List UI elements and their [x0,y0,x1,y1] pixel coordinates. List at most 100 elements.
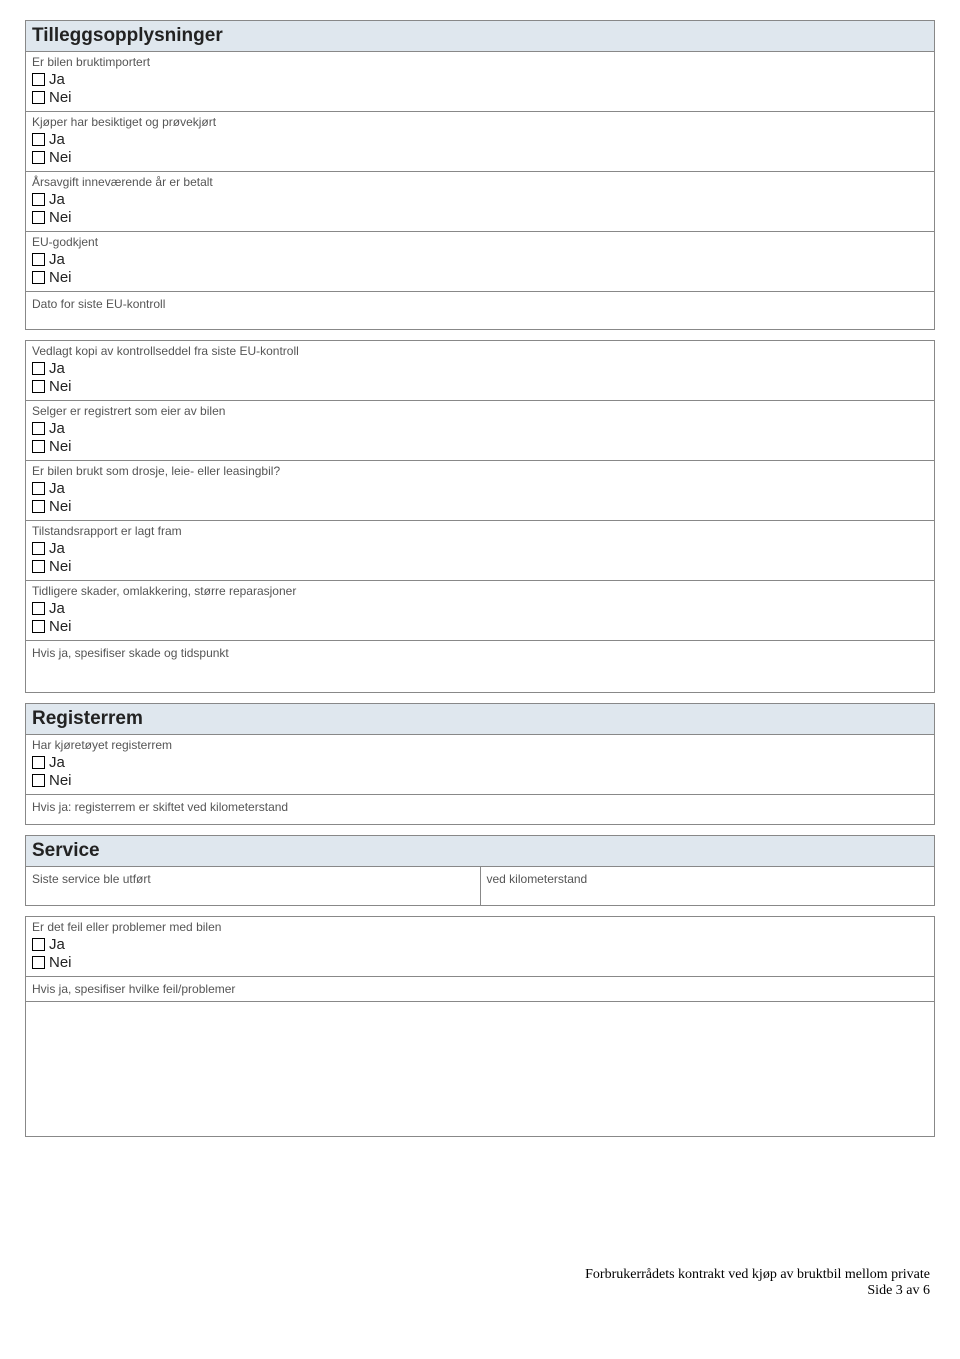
question-drosje-leie-leasing: Er bilen brukt som drosje, leie- eller l… [25,461,935,521]
checkbox-icon[interactable] [32,380,45,393]
checkbox-icon[interactable] [32,253,45,266]
question-arsavgift: Årsavgift inneværende år er betalt Ja Ne… [25,172,935,232]
label: Selger er registrert som eier av bilen [32,404,928,418]
question-feil-problemer: Er det feil eller problemer med bilen Ja… [25,916,935,977]
option-nei: Nei [32,954,928,971]
checkbox-label: Nei [49,618,72,635]
checkbox-label: Nei [49,89,72,106]
question-tilstandsrapport: Tilstandsrapport er lagt fram Ja Nei [25,521,935,581]
section-header-service: Service [25,835,935,867]
checkbox-label: Ja [49,936,65,953]
cell-service-dato: Siste service ble utført [26,867,481,905]
label: EU-godkjent [32,235,928,249]
label: Tidligere skader, omlakkering, større re… [32,584,928,598]
label: Har kjøretøyet registerrem [32,738,928,752]
checkbox-icon[interactable] [32,362,45,375]
option-nei: Nei [32,209,928,226]
option-ja: Ja [32,131,928,148]
checkbox-icon[interactable] [32,211,45,224]
label: Årsavgift inneværende år er betalt [32,175,928,189]
option-ja: Ja [32,360,928,377]
option-nei: Nei [32,618,928,635]
label: Hvis ja, spesifiser hvilke feil/probleme… [32,982,235,996]
label: Kjøper har besiktiget og prøvekjørt [32,115,928,129]
label: Dato for siste EU-kontroll [32,297,165,311]
footer-title: Forbrukerrådets kontrakt ved kjøp av bru… [25,1267,930,1283]
checkbox-label: Ja [49,754,65,771]
checkbox-icon[interactable] [32,193,45,206]
label: Siste service ble utført [32,872,151,886]
label: Hvis ja, spesifiser skade og tidspunkt [32,646,229,660]
checkbox-label: Ja [49,360,65,377]
option-ja: Ja [32,71,928,88]
question-spesifiser-skade: Hvis ja, spesifiser skade og tidspunkt [25,641,935,693]
option-ja: Ja [32,600,928,617]
label: Vedlagt kopi av kontrollseddel fra siste… [32,344,928,358]
checkbox-icon[interactable] [32,542,45,555]
checkbox-label: Ja [49,480,65,497]
checkbox-label: Nei [49,378,72,395]
option-nei: Nei [32,772,928,789]
checkbox-label: Nei [49,498,72,515]
question-dato-eu-kontroll: Dato for siste EU-kontroll [25,292,935,330]
option-nei: Nei [32,149,928,166]
checkbox-icon[interactable] [32,956,45,969]
question-eugodkjent: EU-godkjent Ja Nei [25,232,935,292]
label: Hvis ja: registerrem er skiftet ved kilo… [32,800,288,814]
checkbox-icon[interactable] [32,602,45,615]
checkbox-icon[interactable] [32,440,45,453]
label: Er bilen bruktimportert [32,55,928,69]
label: ved kilometerstand [487,872,588,886]
option-ja: Ja [32,420,928,437]
checkbox-label: Ja [49,131,65,148]
spesifiser-feil-textarea [25,1002,935,1137]
label: Er det feil eller problemer med bilen [32,920,928,934]
checkbox-label: Nei [49,772,72,789]
checkbox-icon[interactable] [32,151,45,164]
checkbox-label: Nei [49,149,72,166]
checkbox-label: Nei [49,209,72,226]
option-ja: Ja [32,191,928,208]
checkbox-icon[interactable] [32,482,45,495]
option-ja: Ja [32,480,928,497]
option-ja: Ja [32,251,928,268]
option-nei: Nei [32,498,928,515]
question-besiktiget: Kjøper har besiktiget og prøvekjørt Ja N… [25,112,935,172]
option-nei: Nei [32,378,928,395]
checkbox-icon[interactable] [32,73,45,86]
checkbox-icon[interactable] [32,560,45,573]
checkbox-label: Ja [49,191,65,208]
question-spesifiser-feil: Hvis ja, spesifiser hvilke feil/probleme… [25,977,935,1002]
option-ja: Ja [32,754,928,771]
page-footer: Forbrukerrådets kontrakt ved kjøp av bru… [25,1267,935,1299]
option-nei: Nei [32,558,928,575]
label: Er bilen brukt som drosje, leie- eller l… [32,464,928,478]
checkbox-icon[interactable] [32,500,45,513]
question-siste-service: Siste service ble utført ved kilometerst… [25,867,935,906]
option-nei: Nei [32,269,928,286]
question-bruktimportert: Er bilen bruktimportert Ja Nei [25,52,935,112]
section-header-tillegg: Tilleggsopplysninger [25,20,935,52]
option-ja: Ja [32,936,928,953]
checkbox-icon[interactable] [32,422,45,435]
checkbox-label: Ja [49,420,65,437]
checkbox-label: Ja [49,600,65,617]
question-vedlagt-kopi: Vedlagt kopi av kontrollseddel fra siste… [25,340,935,401]
checkbox-icon[interactable] [32,774,45,787]
checkbox-icon[interactable] [32,91,45,104]
checkbox-icon[interactable] [32,756,45,769]
checkbox-icon[interactable] [32,133,45,146]
checkbox-label: Nei [49,558,72,575]
label: Tilstandsrapport er lagt fram [32,524,928,538]
question-registerrem-km: Hvis ja: registerrem er skiftet ved kilo… [25,795,935,825]
checkbox-icon[interactable] [32,938,45,951]
option-ja: Ja [32,540,928,557]
checkbox-label: Ja [49,540,65,557]
option-nei: Nei [32,89,928,106]
footer-page: Side 3 av 6 [25,1283,930,1299]
checkbox-icon[interactable] [32,620,45,633]
checkbox-icon[interactable] [32,271,45,284]
question-tidligere-skader: Tidligere skader, omlakkering, større re… [25,581,935,641]
checkbox-label: Ja [49,251,65,268]
section-header-registerrem: Registerrem [25,703,935,735]
